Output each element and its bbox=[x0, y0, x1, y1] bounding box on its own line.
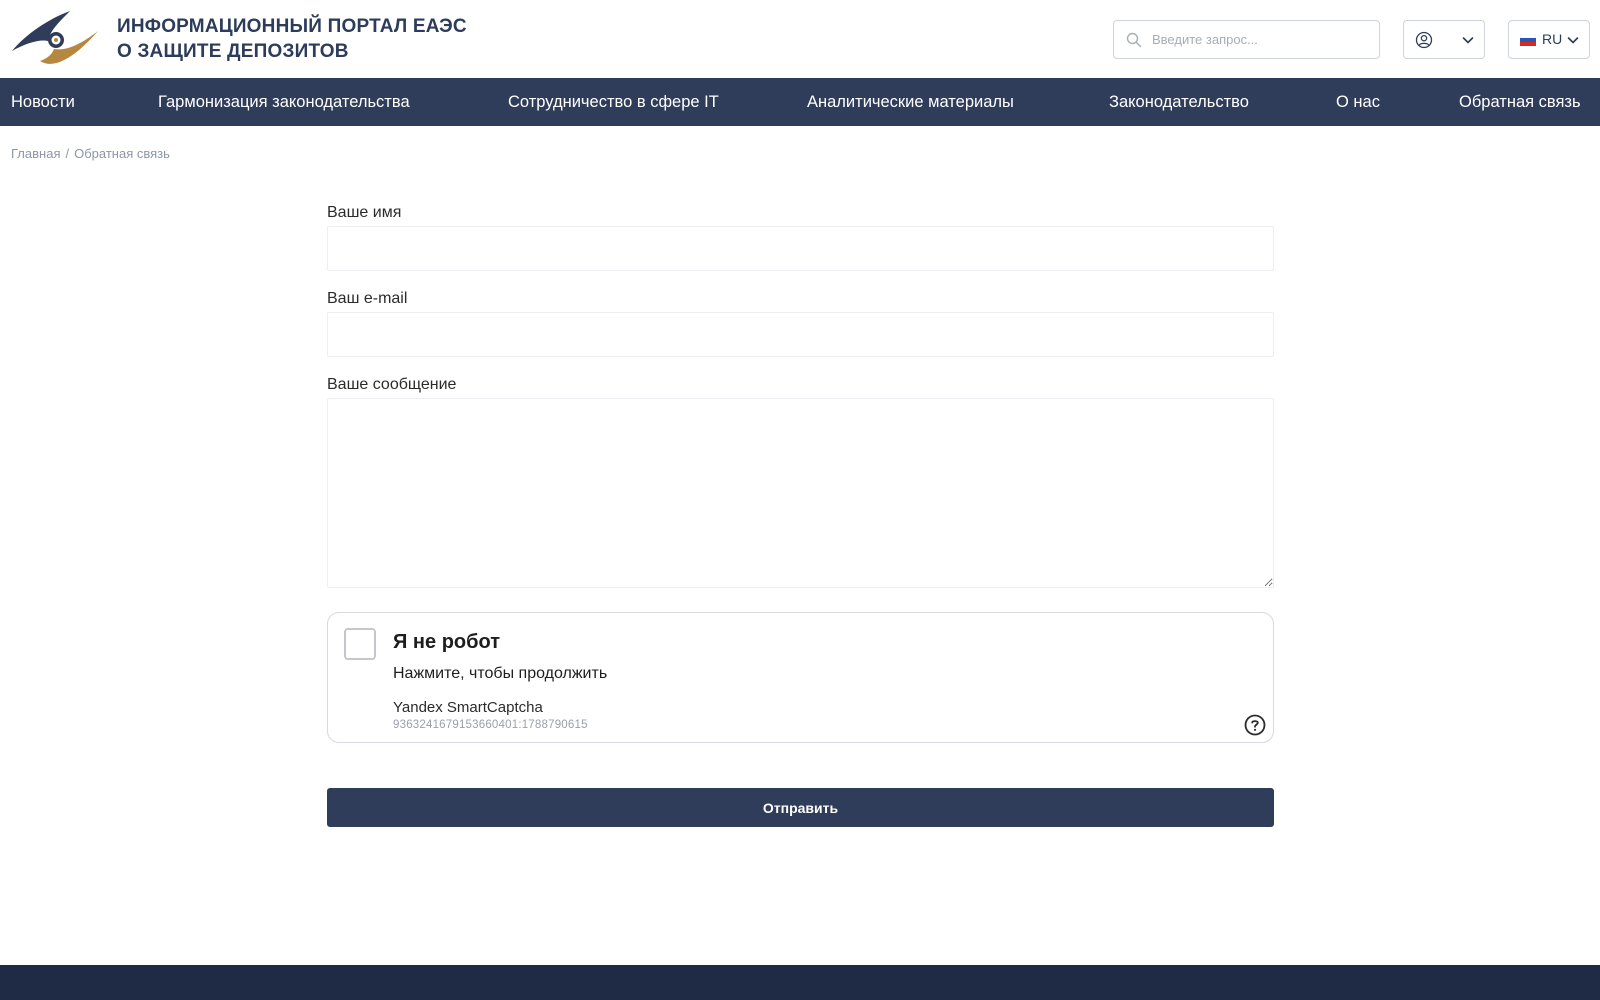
message-field[interactable] bbox=[327, 398, 1274, 588]
russia-flag-icon bbox=[1520, 34, 1536, 46]
site-footer bbox=[0, 965, 1600, 1000]
nav-item-about[interactable]: О нас bbox=[1336, 78, 1380, 126]
eaeu-logo-icon[interactable] bbox=[10, 9, 100, 69]
portal-title[interactable]: ИНФОРМАЦИОННЫЙ ПОРТАЛ ЕАЭС О ЗАЩИТЕ ДЕПО… bbox=[117, 14, 467, 64]
captcha-checkbox[interactable] bbox=[344, 628, 376, 660]
captcha-title: Я не робот bbox=[393, 631, 500, 653]
smartcaptcha-widget: Я не робот Нажмите, чтобы продолжить Yan… bbox=[327, 612, 1274, 743]
breadcrumb-home-link[interactable]: Главная bbox=[11, 146, 60, 161]
nav-item-harmonization[interactable]: Гармонизация законодательства bbox=[158, 78, 410, 126]
user-circle-icon bbox=[1415, 31, 1433, 49]
language-selector[interactable]: RU bbox=[1508, 20, 1590, 59]
breadcrumb-current: Обратная связь bbox=[74, 146, 170, 161]
nav-item-legislation[interactable]: Законодательство bbox=[1109, 78, 1249, 126]
search-icon[interactable] bbox=[1126, 32, 1142, 48]
breadcrumb-separator: / bbox=[65, 146, 70, 161]
name-label: Ваше имя bbox=[327, 204, 402, 221]
captcha-id: 9363241679153660401:1788790615 bbox=[393, 719, 588, 731]
search-input[interactable] bbox=[1152, 21, 1372, 58]
captcha-brand: Yandex SmartCaptcha bbox=[393, 699, 543, 716]
portal-title-line1: ИНФОРМАЦИОННЫЙ ПОРТАЛ ЕАЭС bbox=[117, 16, 467, 37]
email-label: Ваш e-mail bbox=[327, 290, 408, 307]
main-navigation: Новости Гармонизация законодательства Со… bbox=[0, 78, 1600, 126]
captcha-subtitle: Нажмите, чтобы продолжить bbox=[393, 665, 608, 682]
nav-item-news[interactable]: Новости bbox=[11, 78, 75, 126]
chevron-down-icon bbox=[1462, 37, 1474, 44]
portal-title-line2: О ЗАЩИТЕ ДЕПОЗИТОВ bbox=[117, 41, 349, 62]
search-box bbox=[1113, 20, 1380, 59]
site-header: ИНФОРМАЦИОННЫЙ ПОРТАЛ ЕАЭС О ЗАЩИТЕ ДЕПО… bbox=[0, 0, 1600, 78]
breadcrumb: Главная / Обратная связь bbox=[11, 146, 170, 161]
user-menu-button[interactable] bbox=[1403, 20, 1485, 59]
language-label: RU bbox=[1542, 31, 1563, 47]
name-field[interactable] bbox=[327, 226, 1274, 271]
message-label: Ваше сообщение bbox=[327, 376, 457, 393]
nav-item-it-cooperation[interactable]: Сотрудничество в сфере IT bbox=[508, 78, 719, 126]
nav-item-analytics[interactable]: Аналитические материалы bbox=[807, 78, 1014, 126]
email-field[interactable] bbox=[327, 312, 1274, 357]
submit-button[interactable]: Отправить bbox=[327, 788, 1274, 827]
question-circle-icon[interactable] bbox=[1244, 714, 1266, 736]
nav-item-feedback[interactable]: Обратная связь bbox=[1459, 78, 1581, 126]
chevron-down-icon bbox=[1567, 37, 1579, 44]
